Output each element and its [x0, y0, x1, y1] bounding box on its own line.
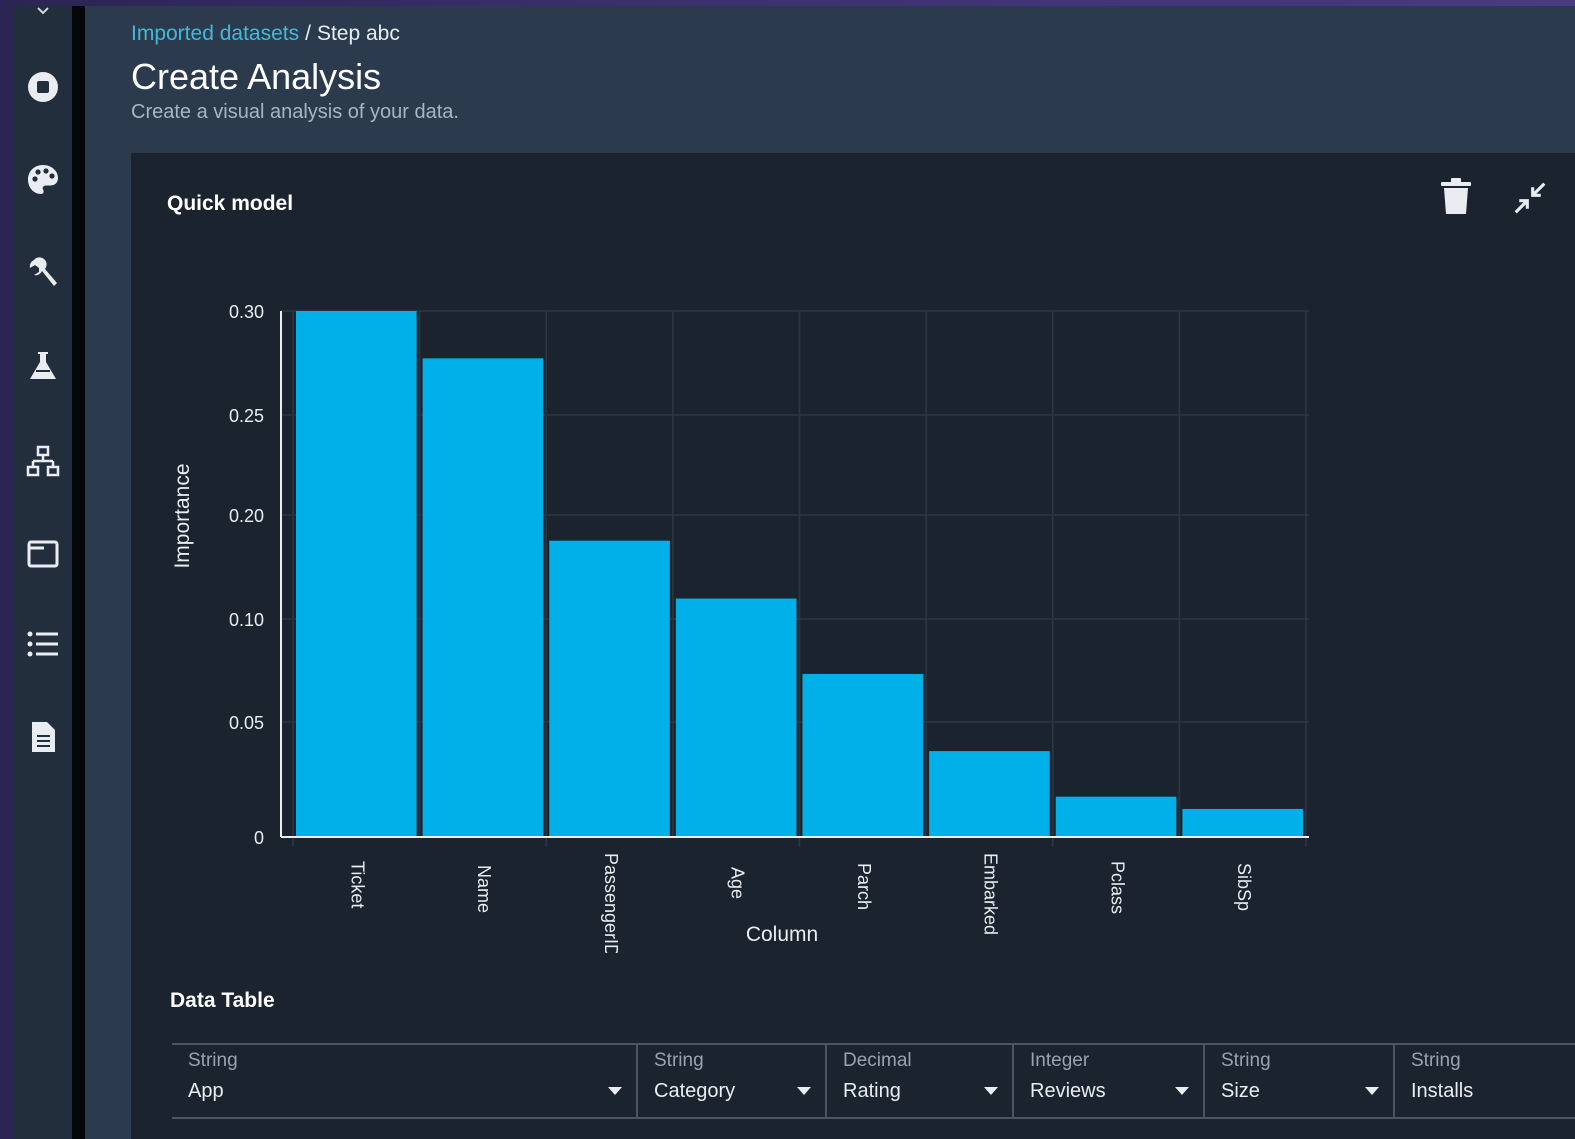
column-name: Rating [843, 1080, 901, 1102]
caret-down-icon[interactable] [608, 1087, 622, 1095]
bar-name[interactable] [422, 358, 544, 837]
column-name: Reviews [1030, 1080, 1106, 1102]
x-tick-label: Parch [854, 863, 874, 910]
bar-pclass[interactable] [1055, 796, 1177, 837]
window-top-border [0, 0, 1575, 6]
x-axis-label: Column [746, 923, 818, 946]
analysis-panel: Quick model 0 0.05 0.10 0.20 0.25 0.30 Ticket… [131, 153, 1575, 1139]
bar-sibsp[interactable] [1182, 808, 1303, 837]
column-type: String [188, 1050, 238, 1071]
window-icon [27, 540, 59, 568]
bar-embarked[interactable] [929, 751, 1050, 837]
bar-passengerid[interactable] [549, 540, 670, 837]
column-type: Decimal [843, 1050, 912, 1071]
caret-down-icon[interactable] [797, 1087, 811, 1095]
breadcrumb-separator: / [305, 22, 311, 45]
column-type: String [654, 1050, 704, 1071]
sidebar [14, 6, 72, 1139]
column-name: Installs [1411, 1080, 1474, 1102]
flask-icon [30, 352, 56, 379]
y-tick-label: 0.25 [229, 406, 264, 426]
sidebar-item-tools[interactable] [14, 248, 72, 298]
x-tick-label: Embarked [981, 853, 1001, 935]
list-icon [27, 631, 58, 657]
y-tick-label: 0 [254, 828, 264, 848]
chevron-down-icon[interactable] [36, 6, 50, 16]
sidebar-item-stop[interactable] [14, 62, 72, 112]
caret-down-icon[interactable] [1365, 1087, 1379, 1095]
sidebar-item-pipelines[interactable] [14, 437, 72, 487]
palette-icon [28, 165, 58, 194]
breadcrumb: Imported datasets / Step abc [131, 22, 400, 46]
bar-parch[interactable] [802, 673, 924, 837]
x-tick-label: Age [727, 867, 747, 899]
column-name: Size [1221, 1080, 1260, 1102]
bar-age[interactable] [675, 598, 797, 837]
document-icon [32, 722, 55, 752]
breadcrumb-current: Step abc [316, 22, 400, 45]
y-axis-label: Importance [171, 463, 194, 568]
stop-icon [28, 72, 58, 102]
column-name: App [188, 1080, 224, 1102]
window-left-edge [0, 0, 14, 1139]
y-tick-label: 0.30 [229, 302, 264, 322]
column-header-installs[interactable]: String Installs [1395, 1045, 1575, 1117]
column-header-rating[interactable]: Decimal Rating [827, 1045, 1014, 1117]
network-icon [26, 445, 60, 477]
page-subtitle: Create a visual analysis of your data. [131, 101, 459, 123]
chart-y-ticks: 0 0.05 0.10 0.20 0.25 0.30 [229, 302, 264, 848]
column-type: String [1221, 1050, 1271, 1071]
sidebar-item-windows[interactable] [14, 529, 72, 579]
data-table-title: Data Table [170, 989, 275, 1012]
sidebar-item-documents[interactable] [14, 712, 72, 762]
sidebar-item-list[interactable] [14, 619, 72, 669]
caret-down-icon[interactable] [984, 1087, 998, 1095]
column-name: Category [654, 1080, 736, 1102]
sidebar-item-palette[interactable] [14, 155, 72, 205]
y-tick-label: 0.05 [229, 713, 264, 733]
column-type: String [1411, 1050, 1461, 1071]
bar-ticket[interactable] [296, 311, 417, 837]
caret-down-icon[interactable] [1175, 1087, 1189, 1095]
column-type: Integer [1030, 1050, 1090, 1071]
page-title: Create Analysis [131, 56, 382, 97]
data-table-header: String App String Category Decimal Ratin… [172, 1043, 1575, 1119]
x-tick-label: Name [474, 865, 494, 913]
wrench-icon [29, 257, 57, 286]
x-tick-label: Ticket [348, 861, 368, 908]
column-header-size[interactable]: String Size [1205, 1045, 1395, 1117]
column-header-reviews[interactable]: Integer Reviews [1014, 1045, 1205, 1117]
x-tick-label: PassengerID [601, 853, 621, 953]
y-tick-label: 0.20 [229, 506, 264, 526]
sidebar-divider [72, 6, 85, 1139]
column-header-category[interactable]: String Category [638, 1045, 827, 1117]
feature-importance-chart: 0 0.05 0.10 0.20 0.25 0.30 Ticket Name Passenge… [171, 302, 1309, 953]
breadcrumb-link-imported-datasets[interactable]: Imported datasets [131, 22, 299, 45]
y-tick-label: 0.10 [229, 610, 264, 630]
column-header-app[interactable]: String App [172, 1045, 638, 1117]
sidebar-item-experiments[interactable] [14, 341, 72, 391]
x-tick-label: SibSp [1234, 863, 1254, 911]
x-tick-label: Pclass [1107, 861, 1127, 914]
